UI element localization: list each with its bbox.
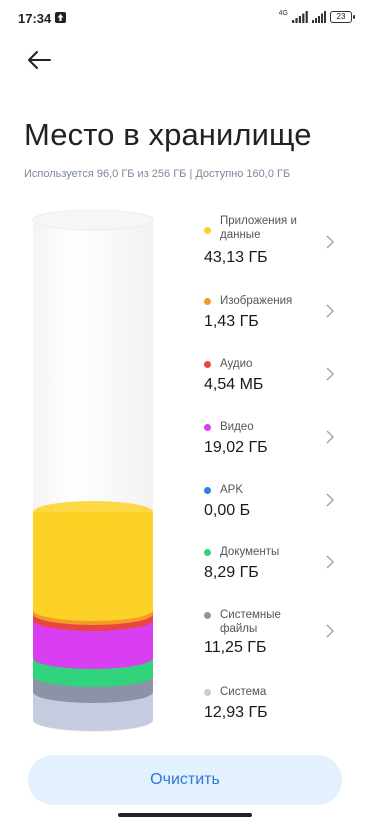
status-indicators: 4G 23 xyxy=(278,9,355,25)
category-label-apk: APK xyxy=(220,484,244,496)
cylinder-layer xyxy=(33,501,153,621)
category-item-system[interactable]: Система 12,93 ГБ xyxy=(196,685,346,725)
chevron-right-icon xyxy=(326,493,334,507)
category-label-apps: Приложения и данные xyxy=(220,215,297,241)
arrow-left-icon xyxy=(28,51,51,69)
category-dot-apk xyxy=(204,487,211,494)
category-label-images: Изображения xyxy=(220,295,293,307)
page-title: Место в хранилище xyxy=(24,116,312,152)
category-list: Приложения и данные 43,13 ГБ Изображения… xyxy=(196,214,346,734)
category-dot-images xyxy=(204,298,211,305)
category-size-system: 12,93 ГБ xyxy=(204,704,268,721)
storage-cylinder-chart xyxy=(32,210,154,732)
category-item-apk[interactable]: APK 0,00 Б xyxy=(196,483,346,523)
category-size-audio: 4,54 МБ xyxy=(204,376,264,393)
category-item-audio[interactable]: Аудио 4,54 МБ xyxy=(196,357,346,397)
category-dot-system xyxy=(204,689,211,696)
category-item-images[interactable]: Изображения 1,43 ГБ xyxy=(196,294,346,334)
chevron-right-icon xyxy=(326,235,334,249)
signal-icon xyxy=(292,11,308,23)
category-label-video: Видео xyxy=(220,421,254,433)
category-item-system-files[interactable]: Системные файлы 11,25 ГБ xyxy=(196,608,346,660)
signal-icon-secondary xyxy=(312,11,326,23)
chevron-right-icon xyxy=(326,624,334,638)
category-size-system-files: 11,25 ГБ xyxy=(204,639,267,656)
category-dot-apps xyxy=(204,227,211,234)
category-item-apps[interactable]: Приложения и данные 43,13 ГБ xyxy=(196,214,346,266)
chevron-right-icon xyxy=(326,430,334,444)
category-label-audio: Аудио xyxy=(220,358,253,370)
category-label-documents: Документы xyxy=(220,546,280,558)
usage-summary: Используется 96,0 ГБ из 256 ГБ | Доступн… xyxy=(24,168,291,180)
category-dot-audio xyxy=(204,361,211,368)
network-type: 4G xyxy=(278,9,288,17)
status-time: 17:34 xyxy=(18,11,52,26)
home-indicator xyxy=(118,813,252,817)
category-size-video: 19,02 ГБ xyxy=(204,439,268,456)
battery-icon: 23 xyxy=(330,11,355,23)
cylinder-top xyxy=(32,210,154,231)
back-button[interactable] xyxy=(22,46,56,74)
status-bar: 17:34 4G 23 xyxy=(0,0,370,40)
category-size-documents: 8,29 ГБ xyxy=(204,564,259,581)
category-label-system-files: Системные файлы xyxy=(220,609,281,635)
chevron-right-icon xyxy=(326,304,334,318)
category-size-apk: 0,00 Б xyxy=(204,502,251,519)
category-item-documents[interactable]: Документы 8,29 ГБ xyxy=(196,545,346,585)
category-size-images: 1,43 ГБ xyxy=(204,313,259,330)
category-dot-documents xyxy=(204,549,211,556)
chevron-right-icon xyxy=(326,555,334,569)
category-dot-system-files xyxy=(204,612,211,619)
category-label-system: Система xyxy=(220,686,267,698)
category-item-video[interactable]: Видео 19,02 ГБ xyxy=(196,420,346,460)
chevron-right-icon xyxy=(326,367,334,381)
category-dot-video xyxy=(204,424,211,431)
clear-button[interactable]: Очистить xyxy=(28,755,342,805)
category-size-apps: 43,13 ГБ xyxy=(204,249,268,266)
upload-notification-icon xyxy=(55,12,66,23)
